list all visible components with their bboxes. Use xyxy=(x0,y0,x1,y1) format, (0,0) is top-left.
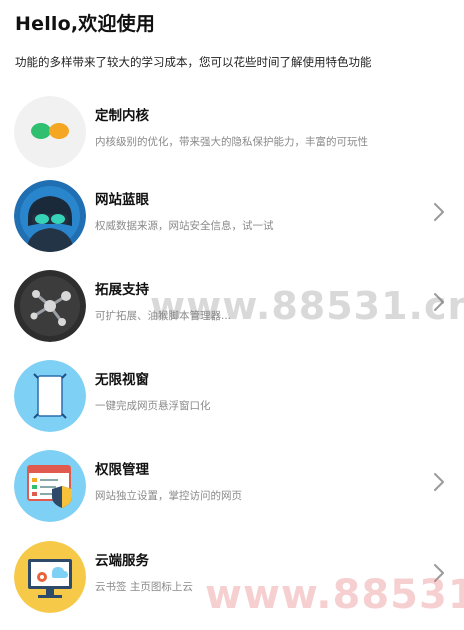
chevron-right-icon[interactable] xyxy=(432,562,446,584)
chevron-right-icon[interactable] xyxy=(432,291,446,313)
feature-item-custom-kernel[interactable]: 定制内核 内核级别的优化，带来强大的隐私保护能力，丰富的可玩性 xyxy=(0,90,464,178)
feature-title: 权限管理 xyxy=(95,462,149,478)
feature-title: 拓展支持 xyxy=(95,282,149,298)
feature-title: 网站蓝眼 xyxy=(95,192,149,208)
chevron-right-icon[interactable] xyxy=(432,201,446,223)
feature-item-cloud-service[interactable]: 云端服务 云书签 主页图标上云 xyxy=(0,535,464,623)
blue-eye-icon xyxy=(14,180,86,252)
page-title: Hello,欢迎使用 xyxy=(15,13,156,35)
welcome-page: Hello,欢迎使用 功能的多样带来了较大的学习成本，您可以花些时间了解使用特色… xyxy=(0,0,464,630)
feature-desc: 可扩拓展、油猴脚本管理器... xyxy=(95,310,232,322)
feature-title: 定制内核 xyxy=(95,108,149,124)
feature-item-floating-window[interactable]: 无限视窗 一键完成网页悬浮窗口化 xyxy=(0,354,464,442)
feature-title: 云端服务 xyxy=(95,553,149,569)
page-subtitle: 功能的多样带来了较大的学习成本，您可以花些时间了解使用特色功能 xyxy=(15,55,372,69)
feature-item-extension[interactable]: 拓展支持 可扩拓展、油猴脚本管理器... xyxy=(0,264,464,352)
feature-item-permission[interactable]: 权限管理 网站独立设置，掌控访问的网页 xyxy=(0,444,464,532)
extension-icon xyxy=(14,270,86,342)
floating-window-icon xyxy=(14,360,86,432)
permission-icon xyxy=(14,450,86,522)
feature-title: 无限视窗 xyxy=(95,372,149,388)
feature-item-blue-eye[interactable]: 网站蓝眼 权威数据来源，网站安全信息，试一试 xyxy=(0,174,464,262)
cloud-service-icon xyxy=(14,541,86,613)
feature-desc: 一键完成网页悬浮窗口化 xyxy=(95,400,211,412)
feature-desc: 权威数据来源，网站安全信息，试一试 xyxy=(95,220,274,232)
chevron-right-icon[interactable] xyxy=(432,471,446,493)
feature-desc: 云书签 主页图标上云 xyxy=(95,581,193,593)
feature-desc: 网站独立设置，掌控访问的网页 xyxy=(95,490,242,502)
custom-kernel-icon xyxy=(14,96,86,168)
feature-desc: 内核级别的优化，带来强大的隐私保护能力，丰富的可玩性 xyxy=(95,136,368,148)
